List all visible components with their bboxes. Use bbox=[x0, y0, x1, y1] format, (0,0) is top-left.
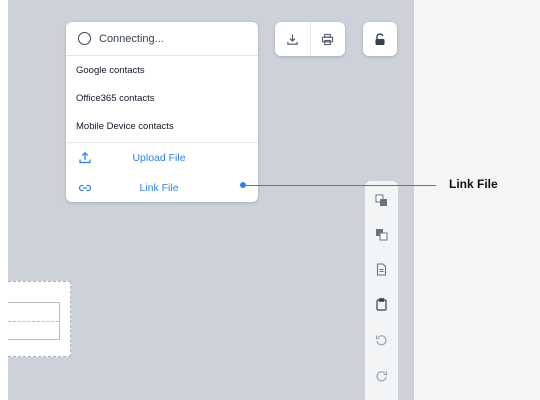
menu-item-google-contacts[interactable]: Google contacts bbox=[66, 56, 258, 84]
side-toolbar bbox=[365, 181, 398, 400]
element-fields bbox=[8, 302, 60, 340]
right-panel bbox=[414, 0, 540, 400]
bring-forward-icon bbox=[375, 194, 387, 206]
copy-icon bbox=[376, 262, 387, 276]
menu-item-mobile-contacts[interactable]: Mobile Device contacts bbox=[66, 112, 258, 140]
bring-forward-button[interactable] bbox=[365, 189, 398, 211]
download-button[interactable] bbox=[275, 22, 310, 56]
export-button-group bbox=[275, 22, 345, 56]
copy-button[interactable] bbox=[365, 258, 398, 280]
download-icon bbox=[287, 33, 298, 45]
print-icon bbox=[322, 33, 334, 45]
undo-icon bbox=[375, 334, 387, 345]
print-button[interactable] bbox=[309, 22, 346, 56]
upload-icon bbox=[76, 151, 94, 165]
contacts-dropdown: Connecting... Google contacts Office365 … bbox=[66, 22, 258, 202]
redo-icon bbox=[376, 370, 388, 381]
menu-item-office365-contacts[interactable]: Office365 contacts bbox=[66, 84, 258, 112]
send-backward-button[interactable] bbox=[365, 223, 398, 245]
upload-file-button[interactable]: Upload File bbox=[66, 143, 258, 173]
loading-spinner-icon bbox=[78, 32, 91, 45]
callout-label: Link File bbox=[449, 177, 498, 191]
send-backward-icon bbox=[376, 228, 388, 240]
redo-button[interactable] bbox=[365, 365, 398, 387]
unlock-button[interactable] bbox=[363, 22, 397, 56]
link-file-label: Link File bbox=[139, 182, 179, 194]
connection-status: Connecting... bbox=[66, 22, 258, 56]
callout-line bbox=[243, 185, 436, 186]
paste-icon bbox=[376, 297, 387, 311]
paste-button[interactable] bbox=[365, 293, 398, 315]
upload-file-label: Upload File bbox=[132, 152, 186, 164]
status-text: Connecting... bbox=[99, 32, 164, 45]
undo-button[interactable] bbox=[365, 329, 398, 351]
unlock-icon bbox=[375, 32, 385, 45]
link-file-button[interactable]: Link File bbox=[66, 173, 258, 202]
link-icon bbox=[76, 183, 94, 193]
